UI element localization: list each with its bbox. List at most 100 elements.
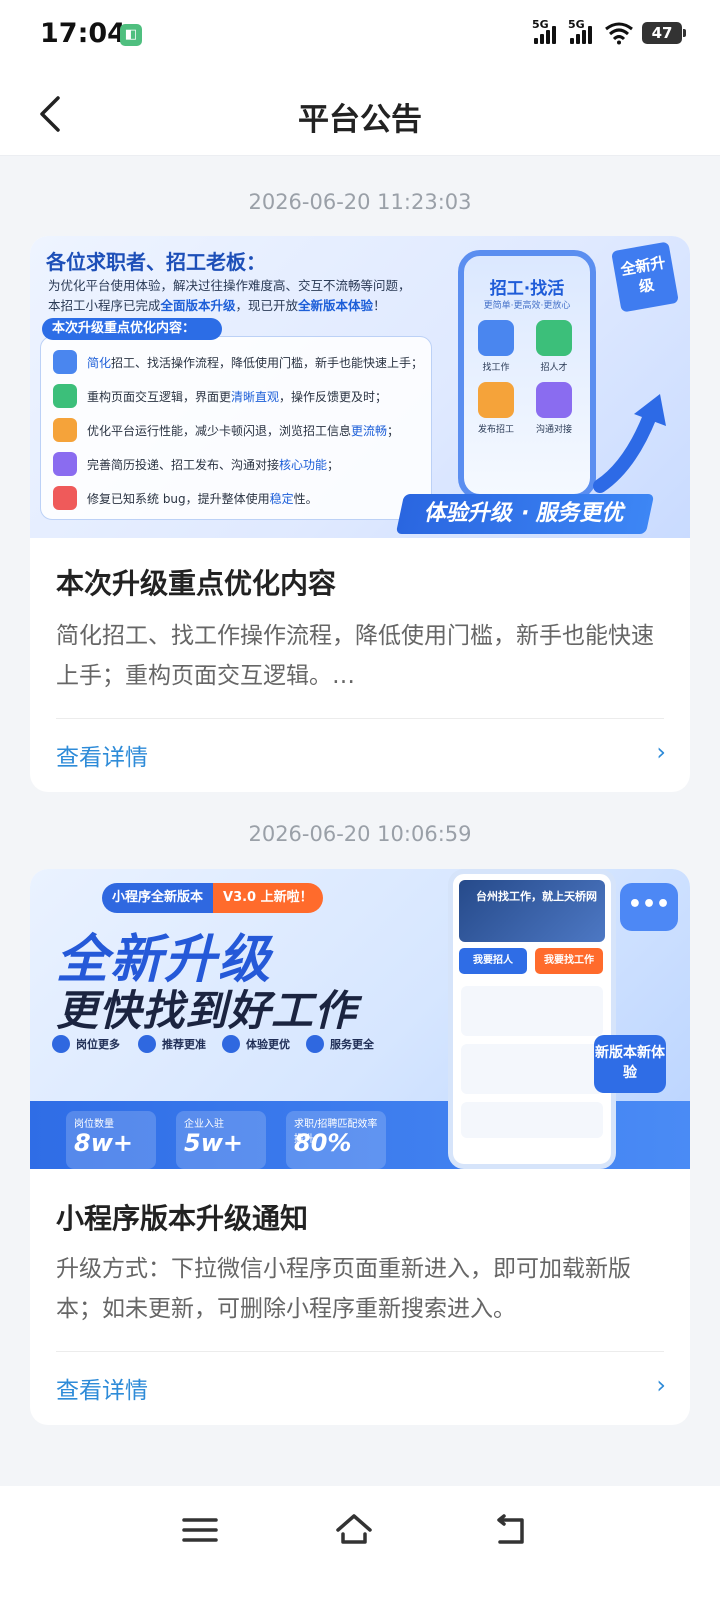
page-title: 平台公告 [298,102,422,138]
new-version-badge: 新版本新体验 [594,1035,666,1093]
layout-icon [53,384,77,408]
announcement-card[interactable]: 小程序全新版本 V3.0 上新啦！ 全新升级 更快找到好工作 岗位更多 推荐更准… [30,869,690,1425]
battery-icon: 47 [642,22,686,44]
stat-card: 企业入驻 5w+ [176,1111,266,1169]
feature-label: 岗位更多 [76,1038,120,1051]
divider [56,1351,664,1352]
item-text: 优化平台运行性能，减少卡顿闪退，浏览招工信息 [87,423,352,438]
phone-subtitle: 更简单·更高效·更放心 [483,301,571,311]
banner-list-box: 简化 招工、找活操作流程，降低使用门槛，新手也能快速上手； 重构页面交互逻辑，界面… [40,336,432,520]
stat-card: 求职/招聘匹配效率提升 80% [286,1111,386,1169]
item-text: 性。 [293,491,318,506]
banner-intro-text: ，现已开放 [235,298,299,313]
item-text: 重构页面交互逻辑，界面更 [87,389,232,404]
announcement-description: 简化招工、找工作操作流程，降低使用门槛，新手也能快速上手；重构页面交互逻辑。… [56,623,654,689]
item-text: ，操作反馈更及时； [279,389,388,404]
nav-bar: 平台公告 [0,72,720,156]
announcement-timestamp: 2026-06-20 11:23:03 [248,190,472,214]
banner-list-item: 简化 招工、找活操作流程，降低使用门槛，新手也能快速上手； [53,349,423,375]
phone-hero: 台州找工作，就上天桥网 [459,880,605,942]
phone-illustration: 招工·找活 更简单·更高效·更放心 找工作 招人才 发布招工 沟通对接 [458,250,596,500]
document-icon [53,350,77,374]
stat-card: 岗位数量 8w+ [66,1111,156,1169]
app-notification-icon: ◧ [120,24,142,46]
item-text: 招工、找活操作流程，降低使用门槛，新手也能快速上手； [111,355,424,370]
find-job-icon [478,320,514,356]
back-return-icon[interactable] [490,1510,530,1550]
bug-icon [53,486,77,510]
chevron-right-icon[interactable]: › [656,1371,666,1399]
view-details-link[interactable]: 查看详情 [56,1371,148,1405]
version-tag-label: 小程序全新版本 [102,883,214,913]
item-highlight: 更流畅 [351,423,388,438]
phone-list-row [461,1102,603,1138]
banner-list-item: 重构页面交互逻辑，界面更 清晰直观 ，操作反馈更及时； [53,383,387,409]
item-highlight: 核心功能 [279,457,328,472]
version-tag: 小程序全新版本 V3.0 上新啦！ [102,883,323,913]
phone-list-row [461,986,603,1036]
banner-intro-highlight: 全面版本升级 [160,298,236,313]
phone-illustration: 台州找工作，就上天桥网 我要招人 我要找工作 [448,869,616,1169]
feature-dot-icon [138,1035,156,1053]
banner-intro-text: ！ [373,298,386,313]
signal-icon: 5G [568,18,596,46]
status-time: 17:04 [40,18,126,49]
feature-dot-icon [52,1035,70,1053]
phone-recruit-button: 我要招人 [459,948,527,974]
item-highlight: 清晰直观 [231,389,280,404]
feature-label: 服务更全 [330,1038,374,1051]
system-nav-bar [0,1486,720,1600]
home-icon[interactable] [334,1510,374,1550]
stat-label: 企业入驻 [184,1119,224,1130]
phone-icon-label: 招人才 [540,363,568,373]
phone-title: 招工·找活 [489,279,565,299]
feature-item: 服务更全 [306,1035,374,1053]
stat-value: 80% [294,1129,352,1157]
item-text: ； [387,423,400,438]
item-highlight: 稳定 [269,491,294,506]
banner-greeting: 各位求职者、招工老板： [46,250,266,274]
feature-dot-icon [222,1035,240,1053]
item-text: 修复已知系统 bug，提升整体使用 [87,491,270,506]
banner-ribbon: 体验升级 · 服务更优 [395,494,655,534]
stat-value: 8w+ [74,1129,133,1157]
chat-icon [536,382,572,418]
post-job-icon [478,382,514,418]
banner-list-item: 优化平台运行性能，减少卡顿闪退，浏览招工信息 更流畅； [53,417,399,443]
phone-list-row [461,1044,603,1094]
status-indicators: 5G 5G 47 [532,18,686,46]
chevron-right-icon[interactable]: › [656,738,666,766]
item-text: 完善简历投递、招工发布、沟通对接 [87,457,280,472]
feature-label: 推荐更准 [162,1038,206,1051]
menu-icon[interactable] [180,1510,220,1550]
wifi-icon [605,22,633,45]
recruit-icon [536,320,572,356]
banner-list-title: 本次升级重点优化内容： [42,318,222,340]
announcement-title: 本次升级重点优化内容 [56,567,337,600]
feature-item: 体验更优 [222,1035,290,1053]
banner-subheadline: 更快找到好工作 [56,986,358,1035]
divider [56,718,664,719]
phone-find-job-button: 我要找工作 [535,948,603,974]
version-tag-new: V3.0 上新啦！ [213,883,323,913]
announcement-title: 小程序版本升级通知 [56,1202,309,1235]
announcement-timestamp: 2026-06-20 10:06:59 [248,822,472,846]
growth-arrow-icon [593,394,666,493]
rocket-icon [53,418,77,442]
users-icon [53,452,77,476]
phone-icon-label: 沟通对接 [535,425,572,435]
phone-icon-label: 找工作 [482,363,510,373]
upgrade-flag: 全新升级 [611,241,679,313]
banner-list-item: 完善简历投递、招工发布、沟通对接 核心功能； [53,451,339,477]
stat-value: 5w+ [184,1129,243,1157]
status-bar: 17:04 ◧ 5G 5G 47 [0,0,720,72]
announcement-description: 升级方式：下拉微信小程序页面重新进入，即可加载新版本；如未更新，可删除小程序重新… [56,1256,631,1322]
phone-icon-label: 发布招工 [477,425,514,435]
feature-item: 岗位更多 [52,1035,120,1053]
announcement-card[interactable]: 各位求职者、招工老板： 为优化平台使用体验，解决过往操作难度高、交互不流畅等问题… [30,236,690,792]
banner-intro-line: 为优化平台使用体验，解决过往操作难度高、交互不流畅等问题， [48,278,411,293]
view-details-link[interactable]: 查看详情 [56,738,148,772]
stat-label: 岗位数量 [74,1119,114,1130]
banner-intro-text: 本招工小程序已完成 [48,298,161,313]
banner-intro-highlight: 全新版本体验 [298,298,374,313]
